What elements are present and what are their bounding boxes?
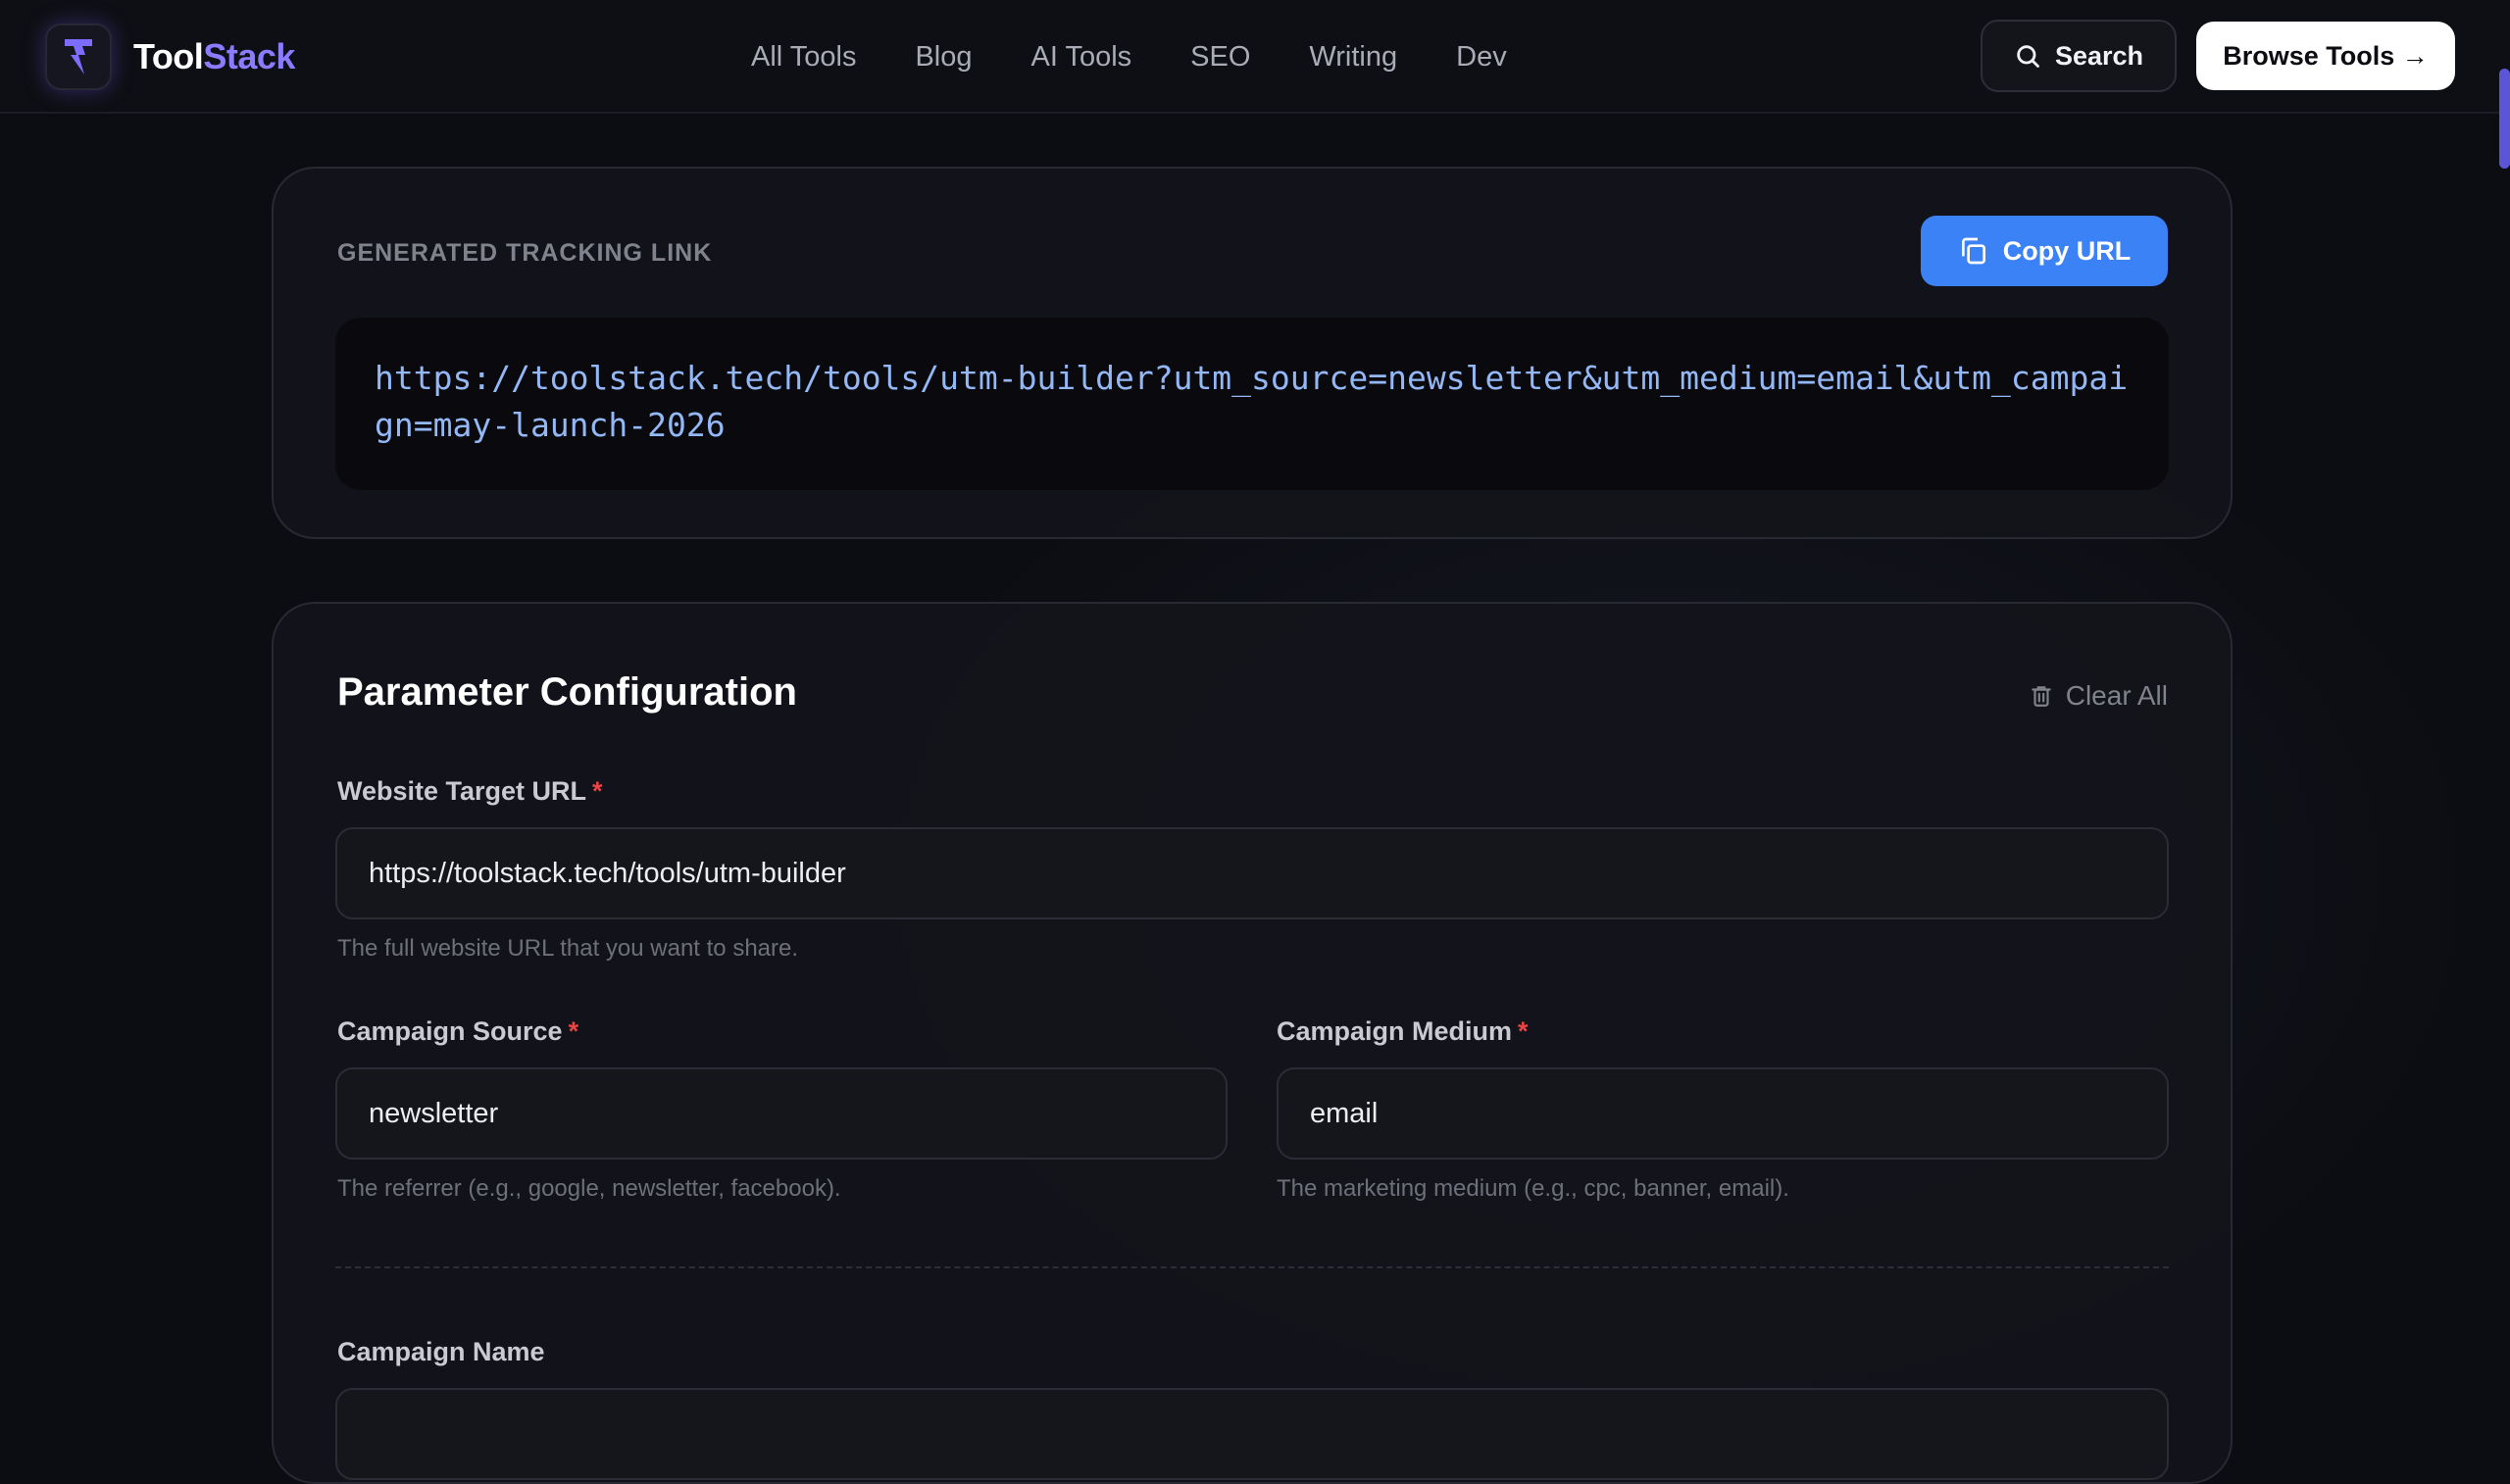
website-url-label: Website Target URL * xyxy=(337,776,603,807)
campaign-medium-help: The marketing medium (e.g., cpc, banner,… xyxy=(1277,1175,1789,1202)
trash-icon xyxy=(2031,686,2051,707)
copy-icon xyxy=(1961,237,1985,265)
required-mark: * xyxy=(568,1016,579,1046)
clear-all-button[interactable]: Clear All xyxy=(2029,680,2168,712)
campaign-medium-label: Campaign Medium * xyxy=(1277,1016,1529,1047)
generated-url-text[interactable]: https://toolstack.tech/tools/utm-builder… xyxy=(335,318,2169,490)
campaign-source-label-text: Campaign Source xyxy=(337,1016,563,1046)
campaign-name-label: Campaign Name xyxy=(337,1337,545,1366)
browse-tools-button[interactable]: Browse Tools → xyxy=(2196,22,2455,90)
nav-writing[interactable]: Writing xyxy=(1309,37,1397,76)
campaign-source-label: Campaign Source * xyxy=(337,1016,578,1047)
page-scrollbar-thumb[interactable] xyxy=(2499,69,2510,169)
generated-link-label: GENERATED TRACKING LINK xyxy=(337,239,713,267)
campaign-medium-input[interactable]: email xyxy=(1277,1067,2169,1160)
brand-name-part1: Tool xyxy=(133,36,204,76)
section-title: Parameter Configuration xyxy=(337,670,797,714)
search-button[interactable]: Search xyxy=(1981,20,2177,92)
required-mark: * xyxy=(1518,1016,1529,1046)
campaign-name-input[interactable] xyxy=(335,1388,2169,1480)
clear-all-label: Clear All xyxy=(2065,680,2168,711)
top-navbar: ToolStack All Tools Blog AI Tools SEO Wr… xyxy=(0,0,2510,114)
nav-dev[interactable]: Dev xyxy=(1456,37,1507,76)
website-url-label-text: Website Target URL xyxy=(337,776,587,806)
copy-url-button[interactable]: Copy URL xyxy=(1921,216,2168,286)
brand-name-part2: Stack xyxy=(203,36,295,76)
main-nav: All Tools Blog AI Tools SEO Writing Dev xyxy=(751,37,1566,76)
brand-name: ToolStack xyxy=(133,36,295,77)
campaign-medium-label-text: Campaign Medium xyxy=(1277,1016,1513,1046)
nav-seo[interactable]: SEO xyxy=(1190,37,1250,76)
nav-ai-tools[interactable]: AI Tools xyxy=(1031,37,1132,76)
generated-link-card: GENERATED TRACKING LINK Copy URL https:/… xyxy=(272,167,2233,539)
website-url-input[interactable]: https://toolstack.tech/tools/utm-builder xyxy=(335,827,2169,919)
nav-all-tools[interactable]: All Tools xyxy=(751,37,856,76)
logo-icon xyxy=(45,24,112,90)
campaign-source-help: The referrer (e.g., google, newsletter, … xyxy=(337,1175,841,1202)
search-icon xyxy=(2017,45,2039,68)
campaign-source-input[interactable]: newsletter xyxy=(335,1067,1228,1160)
copy-url-label: Copy URL xyxy=(2002,235,2132,266)
website-url-help: The full website URL that you want to sh… xyxy=(337,935,799,962)
brand-logo-link[interactable]: ToolStack xyxy=(45,24,295,90)
parameter-configuration-card: Parameter Configuration Clear All Websit… xyxy=(272,602,2233,1484)
required-mark: * xyxy=(592,776,603,806)
nav-blog[interactable]: Blog xyxy=(915,37,972,76)
search-button-label: Search xyxy=(2054,40,2144,71)
section-divider xyxy=(335,1266,2169,1268)
